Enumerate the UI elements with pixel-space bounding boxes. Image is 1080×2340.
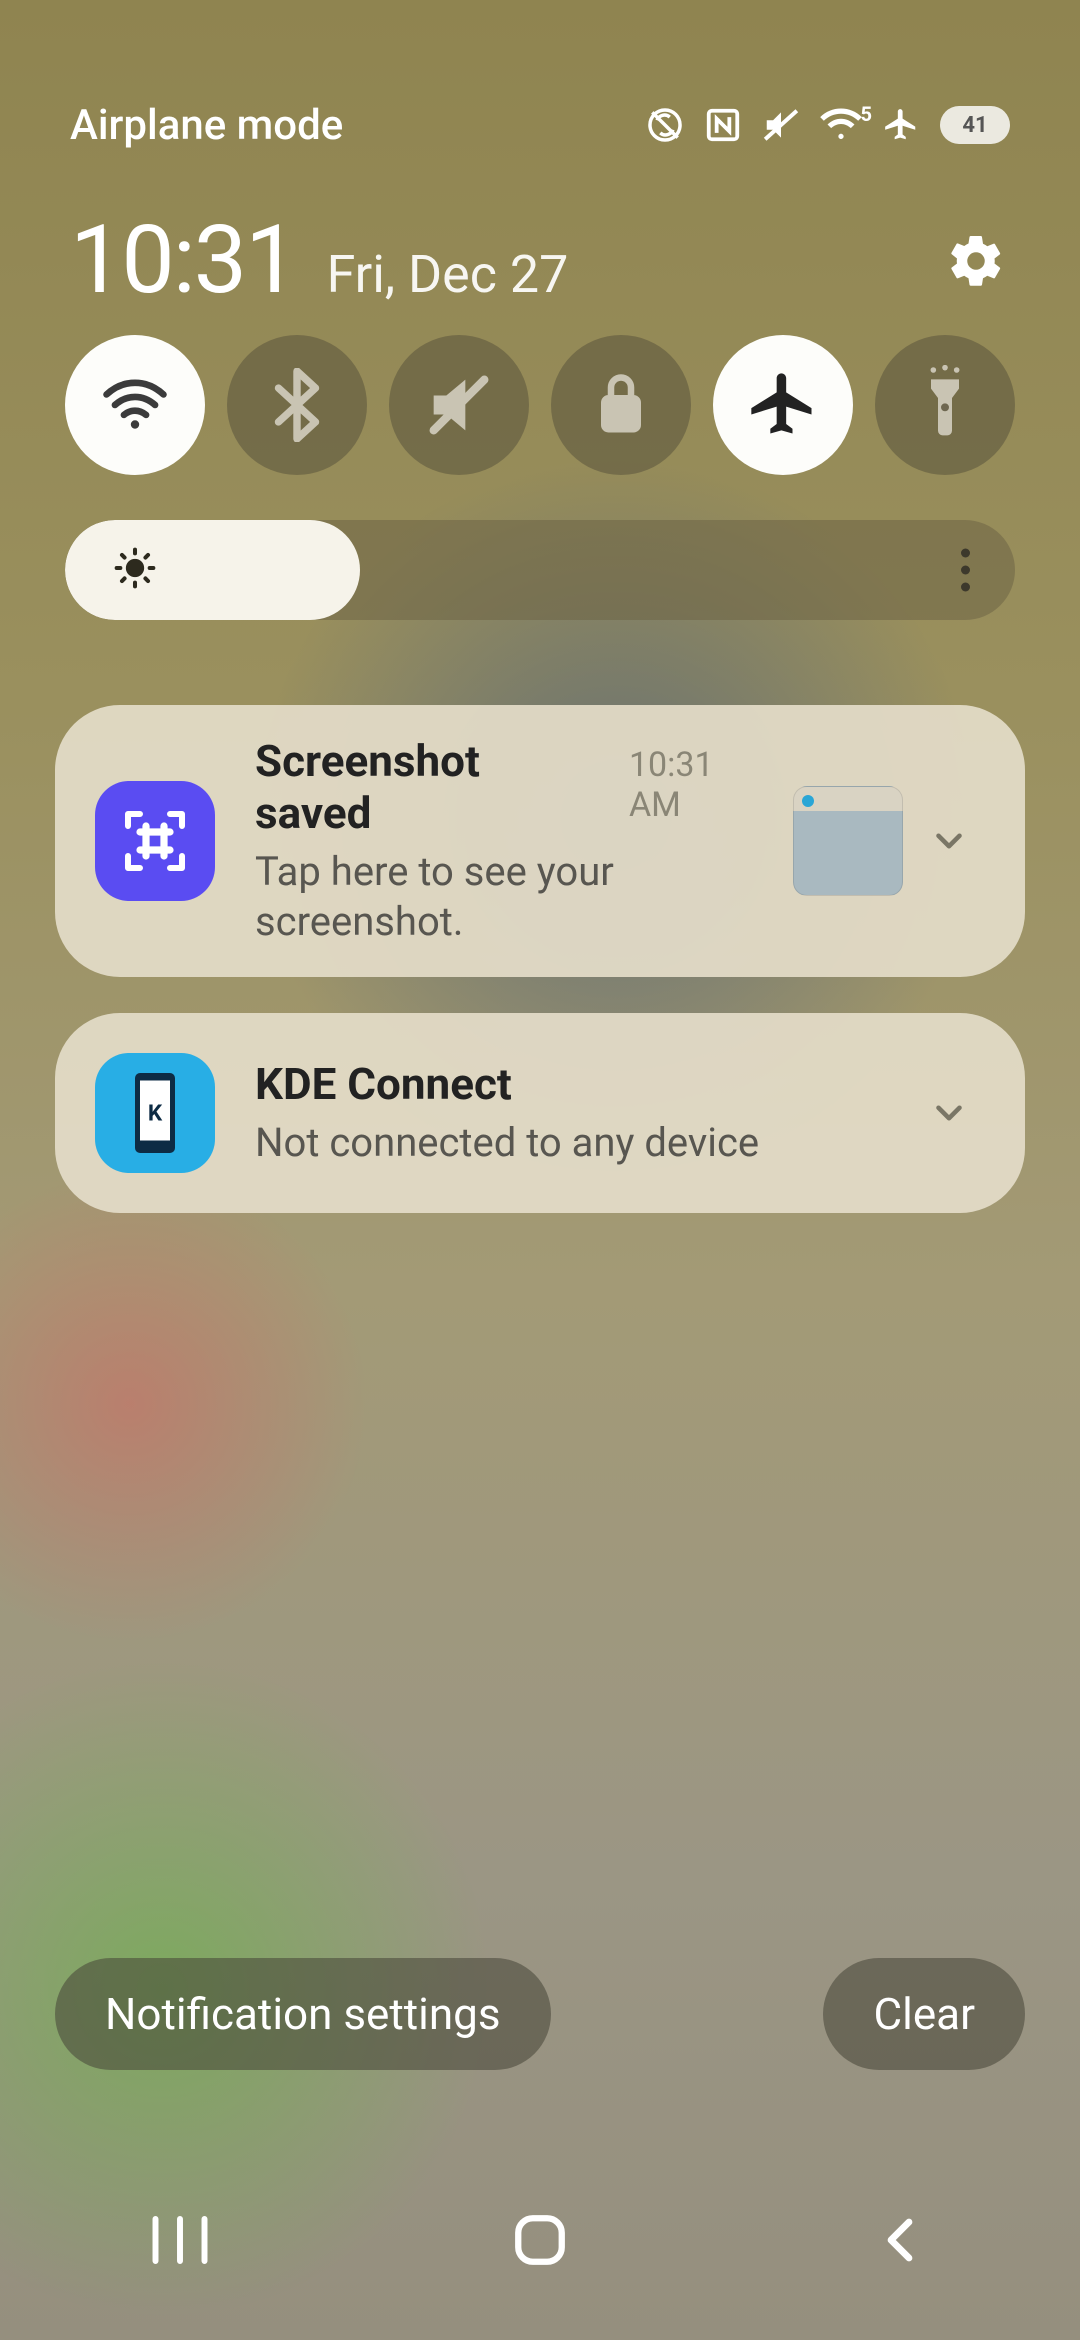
recent-icon (145, 2213, 215, 2267)
svg-text:K: K (148, 1101, 163, 1127)
crop-icon (119, 805, 191, 877)
brightness-more-button[interactable] (961, 549, 970, 592)
notification-text: Tap here to see your screenshot. (255, 847, 773, 947)
clock-date: Fri, Dec 27 (327, 244, 569, 305)
nav-home-button[interactable] (460, 2211, 620, 2269)
quick-settings-tiles (0, 335, 1080, 475)
tile-flashlight[interactable] (875, 335, 1015, 475)
tile-sound[interactable] (389, 335, 529, 475)
screenshot-thumbnail[interactable] (793, 786, 903, 896)
tile-rotation-lock[interactable] (551, 335, 691, 475)
chevron-down-icon (928, 1092, 970, 1134)
clear-all-button[interactable]: Clear (823, 1958, 1025, 2070)
system-navigation-bar (0, 2195, 1080, 2285)
status-bar: Airplane mode 5 41 (0, 95, 1080, 155)
status-left-label: Airplane mode (70, 101, 343, 150)
clock-time: 10:31 (70, 205, 297, 316)
phone-icon: K (125, 1068, 185, 1158)
bluetooth-icon (260, 368, 334, 442)
nav-back-button[interactable] (820, 2213, 980, 2267)
notification-shade: Airplane mode 5 41 10:31 Fri, Dec 27 (0, 0, 1080, 2340)
airplane-icon (745, 367, 821, 443)
notification-kde-connect[interactable]: K KDE Connect Not connected to any devic… (55, 1013, 1025, 1213)
sync-off-icon (646, 106, 684, 144)
notification-screenshot[interactable]: Screenshot saved 10:31 AM Tap here to se… (55, 705, 1025, 977)
tile-wifi[interactable] (65, 335, 205, 475)
notification-title: KDE Connect (255, 1058, 512, 1110)
mute-icon (421, 367, 497, 443)
gear-icon (946, 231, 1006, 291)
lock-icon (591, 370, 651, 440)
tile-bluetooth[interactable] (227, 335, 367, 475)
brightness-track (65, 520, 1015, 620)
tile-airplane[interactable] (713, 335, 853, 475)
notification-text: Not connected to any device (255, 1118, 903, 1168)
mute-icon (762, 106, 800, 144)
home-icon (511, 2211, 569, 2269)
expand-button[interactable] (913, 1092, 985, 1134)
kde-connect-app-icon: K (95, 1053, 215, 1173)
notification-time: 10:31 AM (629, 745, 773, 825)
wifi-icon (99, 369, 171, 441)
notification-settings-button[interactable]: Notification settings (55, 1958, 551, 2070)
notifications-list: Screenshot saved 10:31 AM Tap here to se… (55, 705, 1025, 1213)
brightness-icon (113, 546, 157, 594)
expand-button[interactable] (913, 820, 985, 862)
back-icon (873, 2213, 927, 2267)
flashlight-icon (917, 365, 973, 445)
airplane-status-icon (882, 106, 920, 144)
qs-header: 10:31 Fri, Dec 27 (0, 205, 1080, 316)
wifi-icon: 5 (820, 106, 862, 144)
chevron-down-icon (928, 820, 970, 862)
battery-indicator: 41 (940, 106, 1010, 144)
nfc-icon (704, 106, 742, 144)
nav-recent-button[interactable] (100, 2213, 260, 2267)
shade-bottom-actions: Notification settings Clear (55, 1958, 1025, 2070)
notification-body: Screenshot saved 10:31 AM Tap here to se… (255, 735, 773, 947)
brightness-fill (65, 520, 360, 620)
status-icons: 5 41 (646, 106, 1010, 144)
notification-title: Screenshot saved (255, 735, 605, 839)
brightness-slider[interactable] (65, 520, 1015, 620)
notification-body: KDE Connect Not connected to any device (255, 1058, 903, 1168)
screenshot-app-icon (95, 781, 215, 901)
settings-button[interactable] (942, 227, 1010, 295)
